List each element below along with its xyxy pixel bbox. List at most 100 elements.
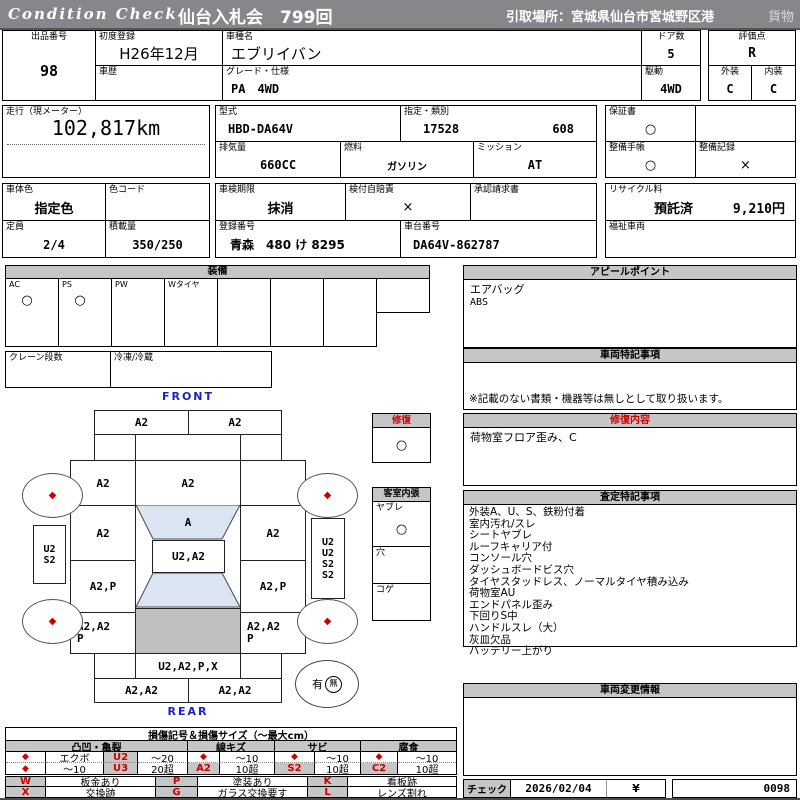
docs-box: 保証書 ○ 整備手帳 ○ 整備記録 × bbox=[605, 105, 796, 178]
wheel-rear-left: ◆ bbox=[22, 599, 83, 644]
equipment-cell-empty bbox=[377, 279, 429, 312]
legend-cell: 〜10 bbox=[46, 763, 104, 774]
lot-number-value: 98 bbox=[39, 62, 59, 80]
lot-number-cell: 出品番号 98 bbox=[3, 31, 96, 100]
repair-detail-line: 荷物室フロア歪み、C bbox=[470, 431, 577, 444]
assessment-line: 外装A、U、S、鉄粉付着 bbox=[469, 506, 586, 518]
crane-box: クレーン段数 bbox=[5, 351, 111, 388]
panel-left-slide-door: A2,P bbox=[70, 560, 136, 613]
panel-right-sill: U2 U2 S2 S2 bbox=[311, 518, 345, 599]
equipment-cell-empty bbox=[324, 312, 376, 346]
warranty-mark: ○ bbox=[644, 121, 657, 137]
score-value: R bbox=[748, 46, 756, 61]
vehicle-notes-disclaimer: ※記載のない書類・機器等は無しとして取り扱います。 bbox=[469, 393, 729, 405]
brand-logo: Condition Check bbox=[8, 5, 178, 23]
model-name-cell: 車種名 エブリイバン bbox=[223, 31, 642, 66]
appeal-content: エアバッグ ABS bbox=[464, 280, 796, 312]
assessment-title: 査定特記事項 bbox=[600, 492, 660, 503]
chassis-cell: 車台番号 DA64V-862787 bbox=[401, 221, 596, 257]
panel-roof bbox=[136, 608, 240, 654]
transmission-cell: ミッション AT bbox=[474, 142, 596, 177]
repair-detail-section: 修復内容 荷物室フロア歪み、C bbox=[463, 413, 797, 486]
panel-left-quarter-line: P bbox=[77, 632, 84, 645]
legend-diamond-icon: ◆ bbox=[275, 752, 315, 763]
check-label-cell: チェック bbox=[464, 780, 511, 797]
drive-value: 4WD bbox=[660, 81, 682, 96]
reg-no-cell: 登録番号 青森 480 け 8295 bbox=[216, 221, 401, 257]
score-box: 評価点 R 外装 C 内装 C bbox=[708, 30, 796, 101]
reg-no-value: 青森 480 け 8295 bbox=[230, 238, 345, 252]
load-value: 350/250 bbox=[132, 237, 183, 252]
equipment-cell-empty bbox=[271, 312, 324, 346]
appeal-title: アピールポイント bbox=[590, 267, 670, 278]
model-code-cell: 型式 HBD-DA64V bbox=[216, 106, 401, 142]
warranty-cell: 保証書 ○ bbox=[606, 106, 696, 142]
spare-no-circled: 無 bbox=[325, 675, 342, 693]
interior-value: C bbox=[769, 81, 778, 96]
panel-left-sill: U2 S2 bbox=[33, 525, 66, 584]
appeal-line: エアバッグ bbox=[470, 283, 525, 296]
color-code-label: 色コード bbox=[109, 185, 146, 195]
panel-right-slide-door: A2,P bbox=[240, 560, 306, 613]
rear-corner-glass-right bbox=[240, 653, 282, 679]
repair-detail-header: 修復内容 bbox=[464, 414, 796, 428]
legend-cell: 20超 bbox=[138, 763, 188, 774]
assessment-line: タイヤスタッドレス、ノーマルタイヤ積み込み bbox=[469, 575, 689, 588]
legend-diamond-icon: ◆ bbox=[188, 752, 220, 763]
equipment-cell-pw: PW bbox=[112, 279, 165, 312]
check-date-cell: 2026/02/04 bbox=[511, 780, 606, 797]
model-name-value: エブリイバン bbox=[231, 45, 322, 63]
legend-group-corrosion: 腐食 bbox=[361, 741, 456, 752]
docs-blank-cell bbox=[696, 106, 795, 142]
grade-cell: グレード・仕様 PA 4WD bbox=[223, 66, 642, 100]
legend-cell: 10超 bbox=[415, 765, 439, 774]
appeal-line: ABS bbox=[470, 297, 489, 308]
recycle-values: 預託済 9,210円 bbox=[606, 195, 795, 220]
cowl-glass-left bbox=[94, 434, 136, 461]
legend-code-p: P bbox=[156, 777, 198, 787]
equipment-mark bbox=[112, 289, 154, 312]
displacement-value: 660CC bbox=[259, 158, 297, 172]
recycle-box: リサイクル料 預託済 9,210円 福祉車両 bbox=[605, 183, 796, 258]
vehicle-notes-header: 車両特記事項 bbox=[464, 349, 796, 363]
approval-cell: 承認請求書 bbox=[471, 184, 596, 221]
cowl-glass-right bbox=[240, 434, 282, 461]
panel-right-sill-line: S2 bbox=[321, 558, 335, 570]
displacement-cell: 排気量 660CC bbox=[216, 142, 341, 177]
mileage-value: 102,817km bbox=[7, 116, 205, 145]
repair-code-legend: W 板金あり P 塗装あり K 看板跡 X 交換跡 G ガラス交換要す L レン… bbox=[5, 776, 457, 798]
legend-desc: 看板跡 bbox=[348, 777, 456, 787]
legend-diamond-icon: ◆ bbox=[361, 752, 398, 763]
equipment-cell-empty bbox=[6, 312, 59, 346]
legend-code-u3: U3 bbox=[104, 763, 138, 774]
spare-tire-indicator: 有 無 bbox=[295, 660, 359, 708]
welfare-label: 福祉車両 bbox=[609, 222, 646, 232]
wheel-rear-right: ◆ bbox=[297, 599, 358, 644]
maintenance-book-cell: 整備手帳 ○ bbox=[606, 142, 696, 177]
legend-group-scratch: 線キズ bbox=[188, 741, 275, 752]
wheel-front-left: ◆ bbox=[22, 473, 83, 518]
legend-code-a2: A2 bbox=[188, 763, 220, 774]
tire-damage-mark: ◆ bbox=[323, 490, 332, 501]
rear-label: REAR bbox=[167, 705, 209, 718]
damage-diagram: FRONT A2 A2 A2 A2 A2 A2 A2,P A2,P A2,A2 … bbox=[0, 388, 460, 733]
chassis-value: DA64V-862787 bbox=[413, 237, 500, 252]
fridge-label: 冷凍/冷蔵 bbox=[114, 353, 154, 363]
tire-damage-mark: ◆ bbox=[48, 616, 57, 627]
type-class-values: 17528 608 bbox=[401, 117, 596, 141]
recycle-cell: リサイクル料 預託済 9,210円 bbox=[606, 184, 795, 221]
legend-cell: 10超 bbox=[220, 763, 275, 774]
drive-cell: 駆動 4WD bbox=[642, 66, 700, 100]
legend-cell: 〜20 bbox=[138, 752, 188, 763]
panel-roof-front: U2,A2 bbox=[152, 540, 225, 573]
panel-windshield: A bbox=[184, 516, 192, 529]
legend-code-l: L bbox=[308, 787, 348, 797]
legend-cell: 〜10 bbox=[398, 752, 456, 763]
maintenance-record-cell: 整備記録 × bbox=[696, 142, 795, 177]
cowl-center bbox=[135, 434, 241, 461]
legend-diamond-icon: ◆ bbox=[6, 763, 46, 774]
equipment-cell-wtire: Wタイヤ bbox=[165, 279, 218, 312]
panel-right-fender bbox=[240, 460, 306, 506]
legend-desc: 塗装あり bbox=[198, 777, 308, 787]
panel-left-sill-line: U2 bbox=[43, 543, 56, 555]
